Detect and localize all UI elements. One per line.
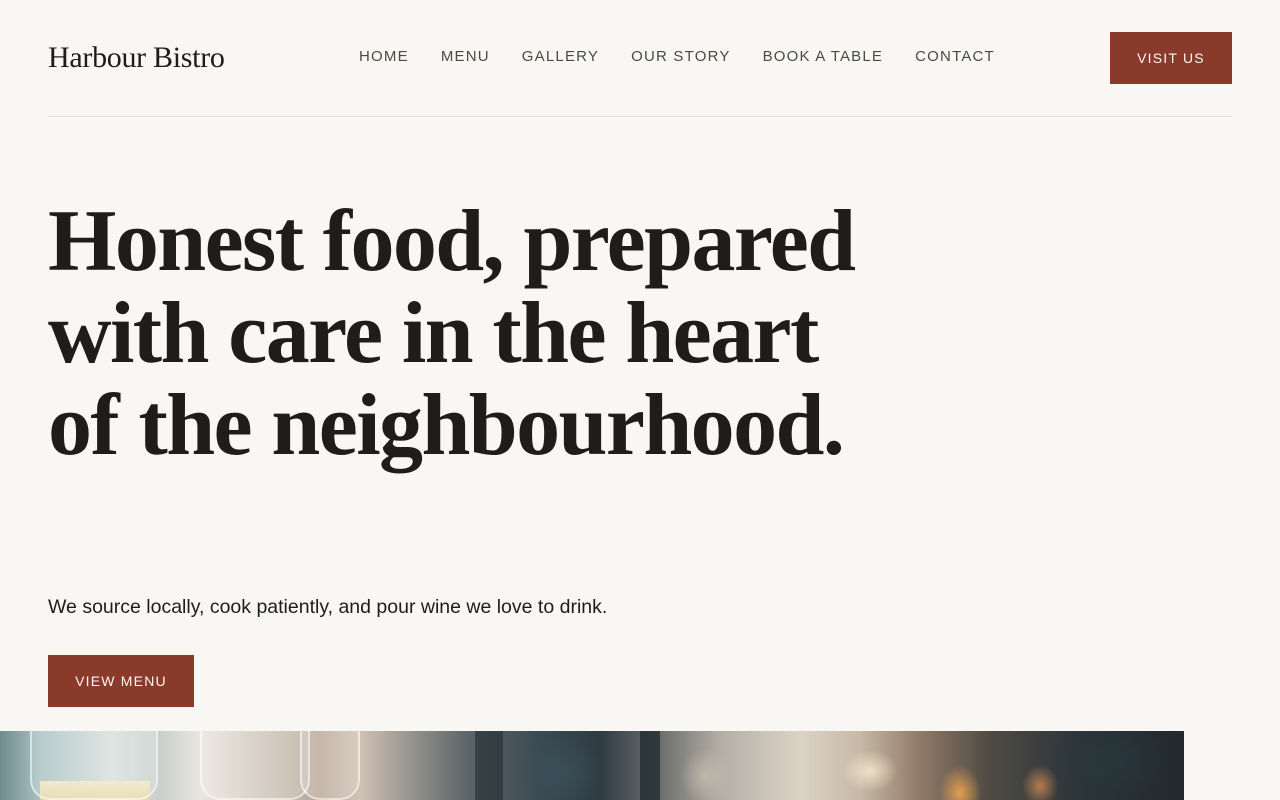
brand-logo[interactable]: Harbour Bistro	[48, 40, 225, 76]
nav-item-menu[interactable]: MENU	[441, 47, 490, 67]
nav-item-contact[interactable]: CONTACT	[915, 47, 995, 67]
hero-headline: Honest food, prepared with care in the h…	[48, 193, 856, 474]
visit-us-button[interactable]: VISIT US	[1110, 32, 1232, 84]
nav-item-our-story[interactable]: OUR STORY	[631, 47, 730, 67]
view-menu-button[interactable]: VIEW MENU	[48, 655, 194, 707]
wine-glass	[200, 731, 310, 800]
nav-item-gallery[interactable]: GALLERY	[522, 47, 599, 67]
wine-glass	[300, 731, 360, 800]
site-header: Harbour Bistro HOME MENU GALLERY OUR STO…	[48, 0, 1232, 117]
bottle-silhouette	[640, 731, 660, 800]
hero-subheadline: We source locally, cook patiently, and p…	[48, 596, 608, 618]
nav-item-book-a-table[interactable]: BOOK A TABLE	[763, 47, 884, 67]
restaurant-bar-image	[0, 731, 1184, 800]
bottle-silhouette	[475, 731, 503, 800]
nav-item-home[interactable]: HOME	[359, 47, 409, 67]
main-nav: HOME MENU GALLERY OUR STORY BOOK A TABLE…	[359, 47, 995, 67]
wine-glass	[30, 731, 158, 800]
